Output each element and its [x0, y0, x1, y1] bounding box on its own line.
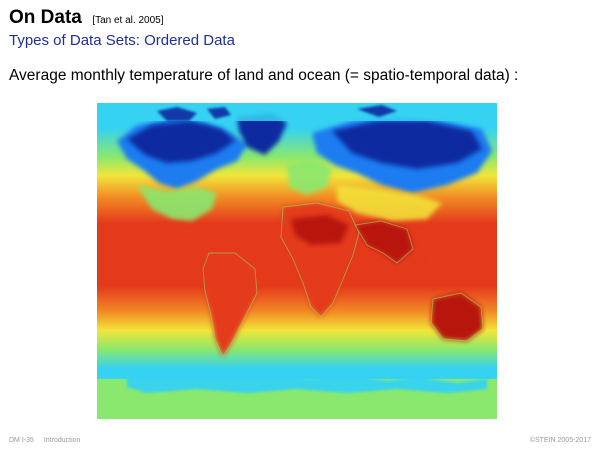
section-name: Introduction	[43, 437, 81, 444]
citation: [Tan et al. 2005]	[92, 15, 164, 26]
footer-left: DM I-35 Introduction	[9, 437, 80, 444]
slide-subtitle: Types of Data Sets: Ordered Data	[9, 32, 235, 49]
arctic-band	[97, 103, 497, 121]
copyright: ©STEIN 2005-2017	[529, 437, 591, 444]
slide-title: On Data	[9, 7, 82, 28]
title-row: On Data [Tan et al. 2005]	[9, 7, 163, 29]
description-text: Average monthly temperature of land and …	[9, 67, 519, 84]
slide-number: DM I-35	[9, 437, 34, 444]
temperature-world-map	[97, 103, 497, 419]
